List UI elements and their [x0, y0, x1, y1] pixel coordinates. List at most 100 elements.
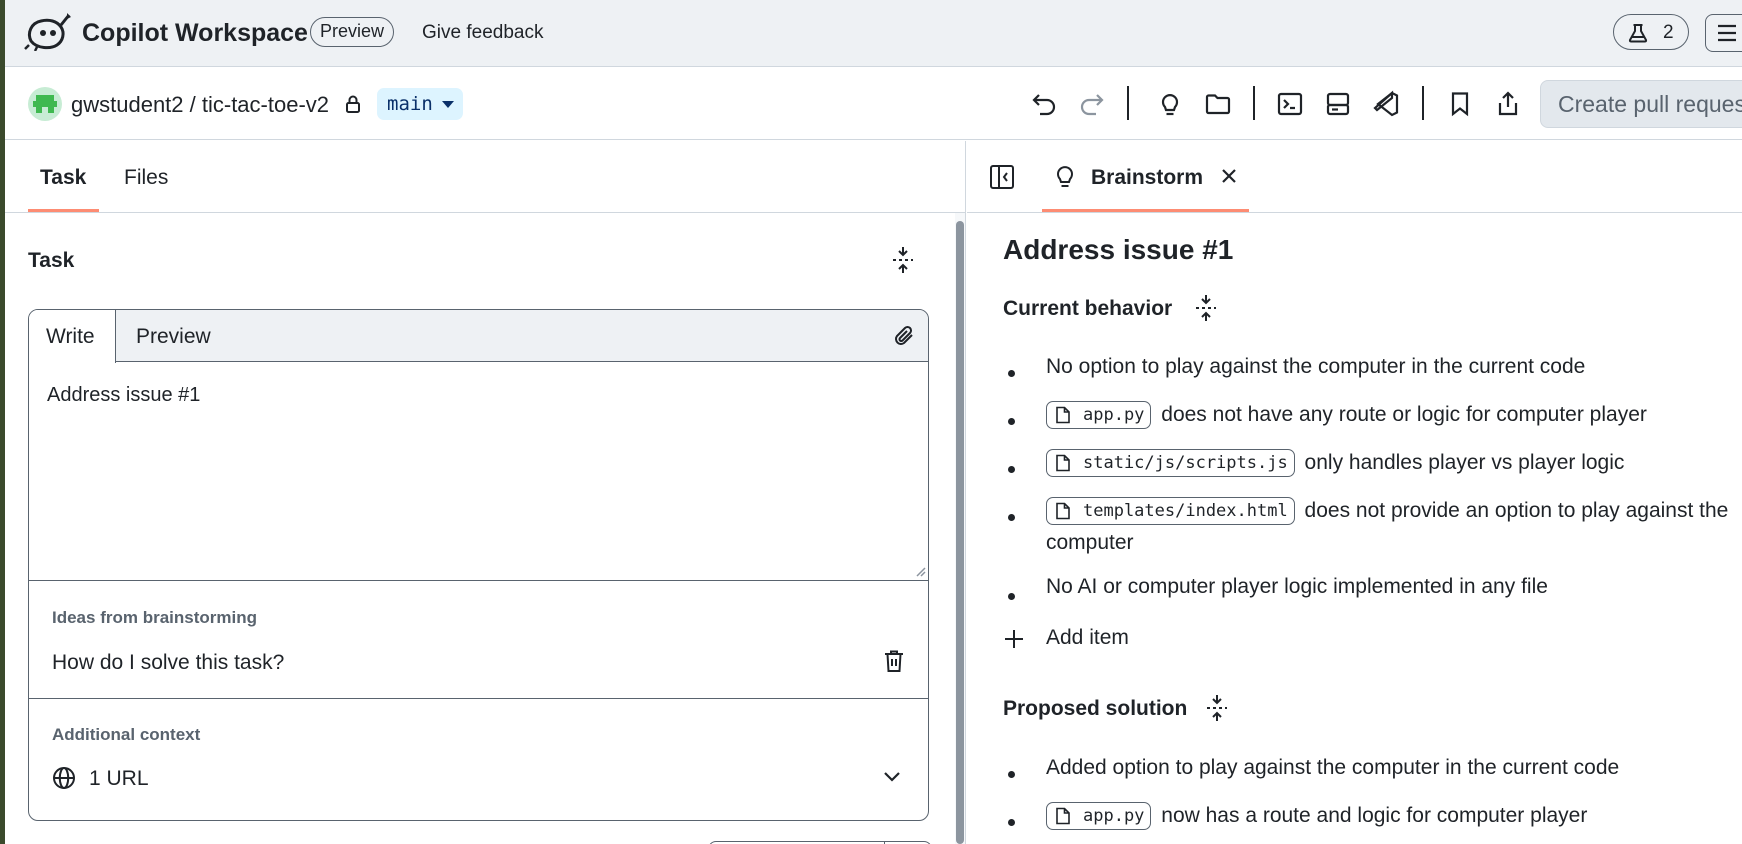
paperclip-icon[interactable] [894, 325, 916, 349]
copilot-logo-icon[interactable] [23, 11, 75, 51]
proposed-solution-item[interactable]: Added option to play against the compute… [1046, 752, 1736, 784]
plus-icon [1005, 630, 1023, 648]
toolbar-divider [1422, 86, 1424, 120]
repository-name[interactable]: gwstudent2 / tic-tac-toe-v2 [71, 92, 329, 118]
current-behavior-heading: Current behavior [1003, 297, 1173, 320]
task-pane-scrollbar[interactable] [955, 213, 965, 844]
item-text: No option to play against the computer i… [1046, 355, 1586, 378]
item-text: now has a route and logic for computer p… [1161, 804, 1588, 827]
file-chip[interactable]: app.py [1046, 802, 1152, 830]
additional-context-section[interactable]: Additional context 1 URL [29, 698, 928, 820]
file-name: templates/index.html [1083, 501, 1288, 521]
create-pull-request-button[interactable]: Create pull request [1540, 80, 1742, 128]
file-name: app.py [1083, 405, 1145, 425]
global-menu-button[interactable] [1705, 14, 1742, 52]
list-bullet [1008, 418, 1015, 425]
top-header: Copilot Workspace Preview Give feedback … [5, 0, 1742, 67]
editor-tabs: Write Preview [29, 310, 928, 364]
current-behavior-item[interactable]: templates/index.html does not provide an… [1046, 495, 1736, 559]
tab-preview[interactable]: Preview [136, 310, 211, 364]
resize-handle-icon[interactable] [914, 565, 926, 577]
terminal-icon[interactable] [1276, 90, 1304, 118]
trash-icon[interactable] [883, 649, 905, 673]
current-behavior-item[interactable]: No AI or computer player logic implement… [1046, 571, 1736, 603]
bookmark-icon[interactable] [1446, 90, 1474, 118]
current-behavior-item[interactable]: static/js/scripts.js only handles player… [1046, 447, 1736, 479]
repository-bar: gwstudent2 / tic-tac-toe-v2 main Create … [5, 68, 1742, 140]
lightbulb-icon [1057, 166, 1073, 187]
avatar[interactable] [28, 87, 62, 121]
tab-task[interactable]: Task [40, 166, 86, 190]
file-name: app.py [1083, 806, 1145, 826]
list-bullet [1008, 370, 1015, 377]
fold-icon[interactable] [1195, 294, 1217, 322]
fold-icon[interactable] [1206, 694, 1228, 722]
preview-badge: Preview [310, 17, 395, 47]
file-chip[interactable]: templates/index.html [1046, 497, 1295, 525]
give-feedback-link[interactable]: Give feedback [422, 22, 543, 44]
tab-write[interactable]: Write [29, 310, 116, 363]
branch-selector[interactable]: main [377, 88, 463, 120]
list-bullet [1008, 466, 1015, 473]
active-tab-indicator [28, 209, 99, 212]
fold-icon[interactable] [892, 246, 914, 274]
item-text: Added option to play against the compute… [1046, 756, 1620, 779]
context-url-count: 1 URL [89, 767, 149, 790]
brainstorm-title: Address issue #1 [1003, 234, 1234, 265]
codespace-icon[interactable] [1324, 90, 1352, 118]
hamburger-menu-icon [1718, 24, 1736, 42]
task-textarea[interactable]: Address issue #1 [47, 384, 200, 407]
caret-down-icon [441, 101, 454, 108]
brainstorm-pane: Brainstorm Address issue #1 Current beha… [967, 141, 1742, 844]
proposed-solution-heading: Proposed solution [1003, 697, 1188, 720]
task-pane: Task Files Task Write Preview Address is… [5, 141, 966, 844]
file-chip[interactable]: app.py [1046, 401, 1152, 429]
globe-icon [53, 767, 75, 789]
file-name: static/js/scripts.js [1083, 453, 1288, 473]
current-behavior-item[interactable]: app.py does not have any route or logic … [1046, 399, 1736, 431]
file-icon [1056, 502, 1070, 520]
beaker-icon [1628, 24, 1648, 43]
lightbulb-icon[interactable] [1156, 90, 1184, 118]
redo-icon[interactable] [1078, 90, 1106, 118]
ideas-label: Ideas from brainstorming [52, 608, 257, 627]
tab-brainstorm[interactable]: Brainstorm [1091, 166, 1203, 190]
list-bullet [1008, 514, 1015, 521]
task-heading: Task [28, 249, 75, 272]
file-icon [1056, 406, 1070, 424]
toolbar-divider [1253, 86, 1255, 120]
sidebar-collapse-icon[interactable] [989, 164, 1015, 190]
undo-icon[interactable] [1030, 90, 1058, 118]
list-bullet [1008, 771, 1015, 778]
item-text: only handles player vs player logic [1304, 451, 1625, 474]
labs-button[interactable]: 2 [1613, 14, 1689, 50]
brainstorm-ideas-section: Ideas from brainstorming How do I solve … [29, 580, 928, 698]
app-title[interactable]: Copilot Workspace [82, 19, 308, 48]
tab-files[interactable]: Files [124, 166, 168, 190]
file-icon [1056, 807, 1070, 825]
idea-item[interactable]: How do I solve this task? [52, 651, 284, 675]
lock-icon [346, 95, 360, 113]
close-icon[interactable] [1220, 167, 1238, 185]
vscode-icon[interactable] [1372, 90, 1400, 118]
toolbar-divider [1127, 86, 1129, 120]
labs-count: 2 [1663, 22, 1674, 43]
list-bullet [1008, 593, 1015, 600]
scrollbar-thumb[interactable] [956, 221, 964, 844]
folder-icon[interactable] [1204, 90, 1232, 118]
add-item-label: Add item [1046, 626, 1129, 649]
current-behavior-item[interactable]: No option to play against the computer i… [1046, 351, 1736, 383]
proposed-solution-item[interactable]: app.py now has a route and logic for com… [1046, 800, 1736, 832]
chevron-down-icon[interactable] [882, 769, 902, 783]
branch-name: main [387, 93, 433, 115]
item-text: does not have any route or logic for com… [1161, 403, 1647, 426]
task-pane-tabs: Task Files [5, 141, 965, 213]
list-bullet [1008, 819, 1015, 826]
share-icon[interactable] [1494, 90, 1522, 118]
task-editor: Write Preview Address issue #1 Ideas fro… [28, 309, 929, 821]
brainstorm-tabs: Brainstorm [967, 141, 1742, 213]
file-icon [1056, 454, 1070, 472]
file-chip[interactable]: static/js/scripts.js [1046, 449, 1295, 477]
item-text: No AI or computer player logic implement… [1046, 575, 1548, 598]
active-tab-indicator [1042, 209, 1249, 212]
